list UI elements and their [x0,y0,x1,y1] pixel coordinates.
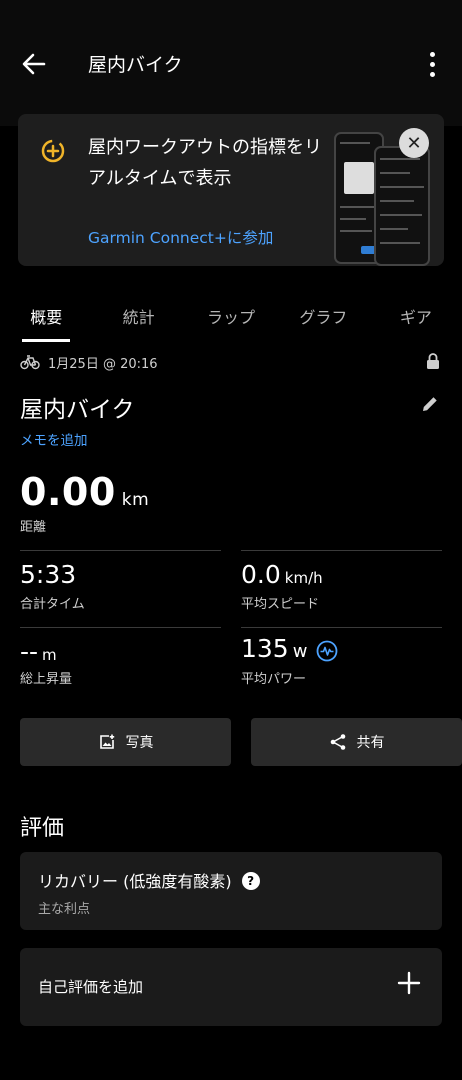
activity-detail-screen: 屋内バイク 屋内ワークアウトの指標をリアルタイムで表示 Garmin Conne… [0,0,462,1080]
connect-plus-promo-banner[interactable]: 屋内ワークアウトの指標をリアルタイムで表示 Garmin Connect+に参加… [18,114,444,266]
more-options-icon[interactable] [420,48,444,80]
add-self-evaluation-card[interactable]: 自己評価を追加 [20,948,442,1026]
share-label: 共有 [356,735,385,751]
activity-date: 1月25日 @ 20:16 [48,357,158,372]
top-app-bar: 屋内バイク [0,0,462,126]
distance-label: 距離 [20,520,47,535]
add-photo-icon [99,734,114,749]
recovery-subtitle: 主な利点 [38,902,91,917]
tab-gear[interactable]: ギア [370,290,462,340]
add-self-evaluation-label: 自己評価を追加 [38,978,144,996]
tab-bar: 概要 統計 ラップ グラフ ギア [0,290,462,342]
evaluation-section-title: 評価 [20,816,65,841]
edit-pencil-icon[interactable] [420,394,440,414]
phone-preview-image [374,146,430,266]
elevation-gain-value: -- m [20,637,57,666]
distance-value: 0.00 km [20,470,150,514]
bike-icon [20,355,40,370]
lock-icon[interactable] [426,353,440,369]
share-button[interactable]: 共有 [251,718,462,766]
connect-plus-icon [41,139,65,163]
add-photo-label: 写真 [125,735,154,751]
avg-speed-label: 平均スピード [241,597,320,612]
avg-speed-unit: km/h [284,569,323,587]
join-connect-plus-link[interactable]: Garmin Connect+に参加 [88,226,273,248]
total-time-label: 合計タイム [20,597,85,612]
elevation-gain-unit: m [42,646,57,664]
avg-power-label: 平均パワー [241,672,307,687]
avg-speed-value: 0.0 km/h [241,560,323,589]
tab-laps[interactable]: ラップ [185,290,277,340]
add-photo-button[interactable]: 写真 [20,718,231,766]
promo-text: 屋内ワークアウトの指標をリアルタイムで表示 [88,137,322,189]
share-icon [330,734,345,750]
divider [20,550,221,551]
divider [20,627,221,628]
recovery-card[interactable]: リカバリー (低強度有酸素)? 主な利点 [20,852,442,930]
elevation-gain-label: 総上昇量 [20,672,73,687]
avg-power-unit: w [292,641,308,662]
page-title: 屋内バイク [88,54,183,76]
tab-stats[interactable]: 統計 [92,290,184,340]
power-info-icon[interactable] [316,640,338,662]
back-arrow-icon[interactable] [18,48,50,80]
add-note-link[interactable]: メモを追加 [20,429,88,449]
recovery-title: リカバリー (低強度有酸素)? [38,868,260,892]
divider [241,627,442,628]
close-banner-icon[interactable]: ✕ [399,128,429,158]
avg-power-value: 135 w [241,634,308,663]
tab-overview[interactable]: 概要 [0,290,92,342]
distance-unit: km [121,490,150,510]
divider [241,550,442,551]
tab-graphs[interactable]: グラフ [277,290,369,340]
total-time-value: 5:33 [20,560,77,589]
activity-title: 屋内バイク [20,397,135,423]
help-icon[interactable]: ? [241,872,260,890]
plus-icon[interactable] [396,970,422,996]
